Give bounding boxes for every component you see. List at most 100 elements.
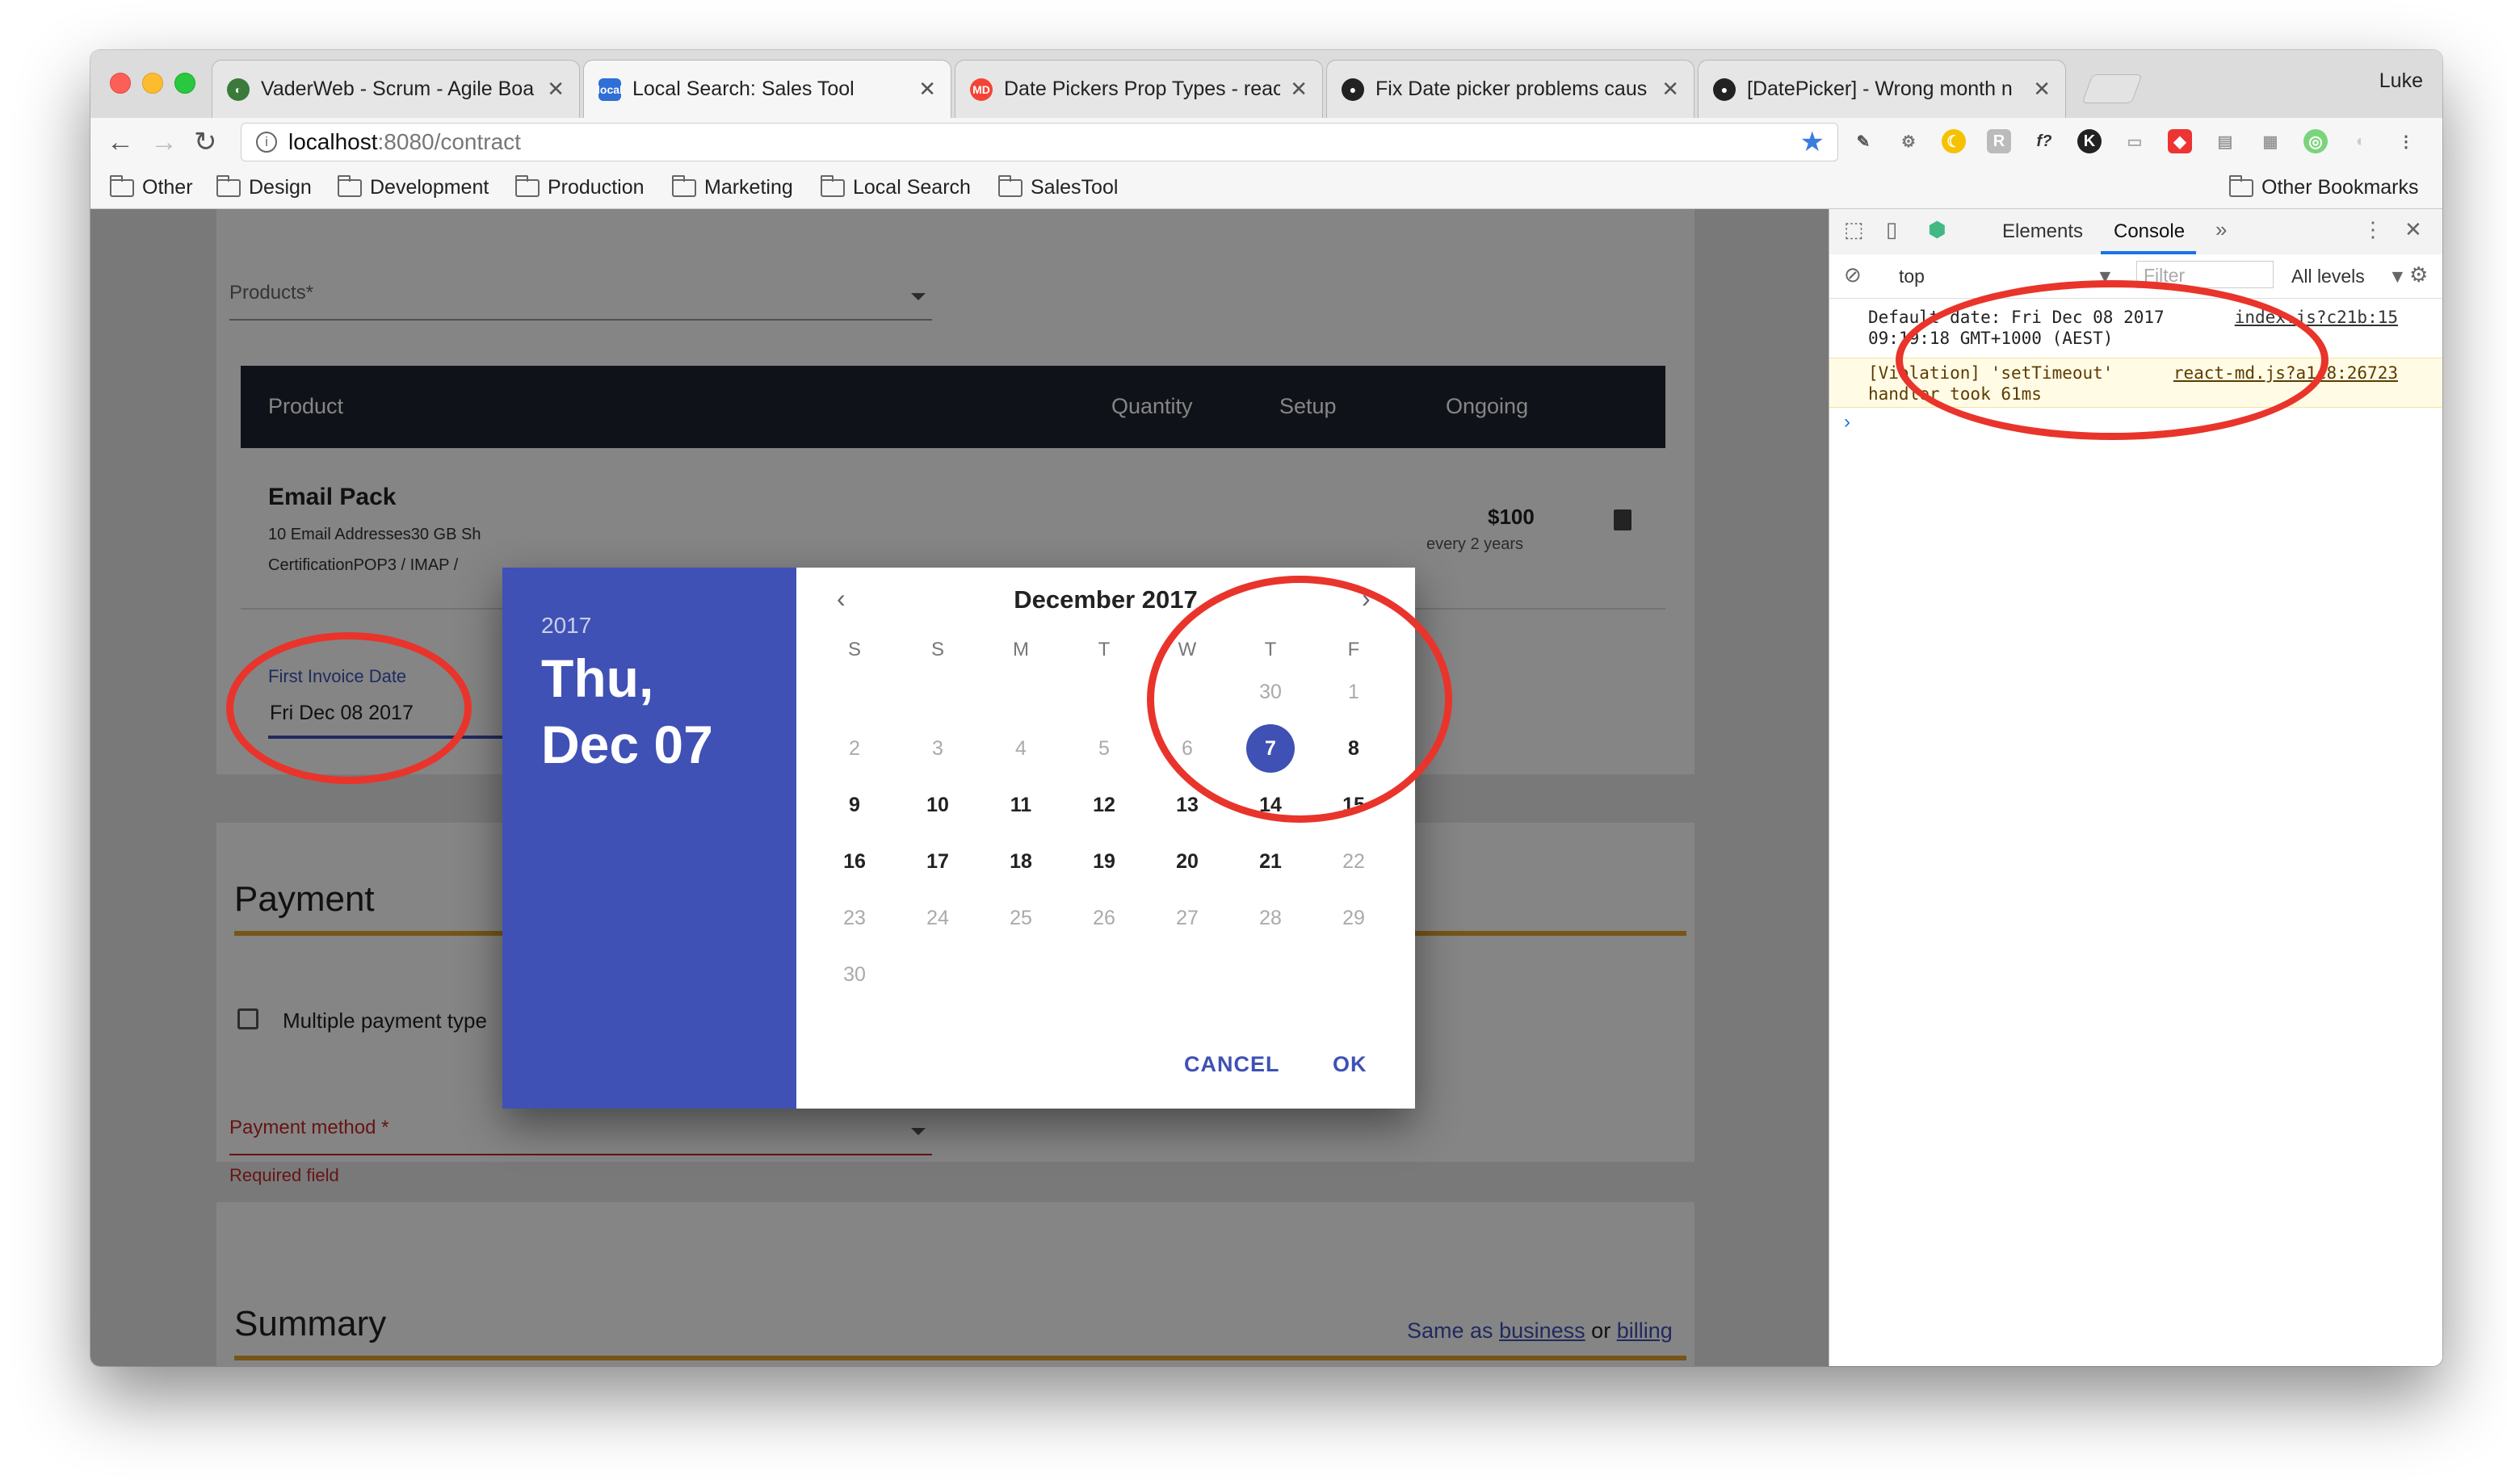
eyedropper-extension-icon[interactable]: ✎ [1851,129,1875,153]
bookmark-folder[interactable]: Other [110,174,193,199]
inspect-icon[interactable]: ⬚ [1844,217,1864,242]
calendar-day[interactable]: 27 [1163,894,1212,942]
tab-datepicker-issue[interactable]: ● [DatePicker] - Wrong month n ✕ [1698,60,2066,118]
console-prompt-icon[interactable]: › [1844,411,1850,434]
calendar-day[interactable]: 21 [1246,837,1295,886]
close-tab-icon[interactable]: ✕ [2033,77,2051,102]
close-tab-icon[interactable]: ✕ [1290,77,1308,102]
menu-dots-icon[interactable]: ⋮ [2394,129,2418,153]
bookmark-star-icon[interactable]: ★ [1800,126,1825,158]
info-icon[interactable]: i [256,132,277,153]
tab-title: [DatePicker] - Wrong month n [1747,78,2013,100]
calendar-day[interactable]: 28 [1246,894,1295,942]
forward-arrow-icon[interactable]: → [150,126,178,158]
close-tab-icon[interactable]: ✕ [918,77,936,102]
chevron-down-icon[interactable]: ▼ [2388,266,2407,287]
back-arrow-icon[interactable]: ← [107,126,134,158]
close-window-button[interactable] [110,73,131,94]
gear-icon[interactable]: ⚙ [2409,262,2428,287]
ok-button[interactable]: OK [1333,1052,1367,1077]
bookmark-folder[interactable]: SalesTool [998,174,1119,199]
calendar-day[interactable]: 11 [997,781,1045,829]
new-tab-button[interactable] [2081,74,2143,103]
folder-icon [821,174,845,197]
folder-icon [216,174,241,197]
color-wheel-extension-icon[interactable]: ◎ [2303,129,2328,153]
date-picker-header: 2017 Thu, Dec 07 [502,568,796,1109]
address-bar[interactable]: i localhost:8080/contract ★ [241,123,1838,161]
clear-console-icon[interactable]: ⊘ [1844,262,1862,287]
window-extension-icon[interactable]: ▭ [2123,129,2147,153]
calendar-day[interactable]: 22 [1329,837,1378,886]
tab-console[interactable]: Console [2114,220,2185,243]
red-extension-icon[interactable]: ◆ [2168,129,2192,153]
reader-extension-icon[interactable]: R [1987,129,2011,153]
calendar-day[interactable]: 16 [830,837,879,886]
folder-icon [515,174,540,197]
tab-title: Fix Date picker problems caus [1375,78,1648,100]
close-tab-icon[interactable]: ✕ [547,77,565,102]
tab-title: Date Pickers Prop Types - reac [1004,78,1281,100]
bookmark-folder[interactable]: Design [216,174,312,199]
calendar-day[interactable]: 30 [830,950,879,999]
tab-elements[interactable]: Elements [2002,220,2083,243]
browser-window: ◐ VaderWeb - Scrum - Agile Boa ✕ local L… [90,50,2442,1366]
calendar-day[interactable]: 2 [830,724,879,773]
gray-extension-icon[interactable]: ◐ [2349,129,2373,153]
other-bookmarks[interactable]: Other Bookmarks [2229,174,2419,199]
bookmark-folder[interactable]: Production [515,174,645,199]
profile-name[interactable]: Luke [2379,69,2423,93]
calendar-day[interactable]: 18 [997,837,1045,886]
maximize-window-button[interactable] [174,73,195,94]
tab-date-pickers[interactable]: MD Date Pickers Prop Types - reac ✕ [955,60,1323,118]
moon-extension-icon[interactable]: ☾ [1942,129,1966,153]
tab-local-search[interactable]: local Local Search: Sales Tool ✕ [583,60,951,118]
calendar-day[interactable]: 3 [913,724,962,773]
tab-fix-date-picker[interactable]: ● Fix Date picker problems caus ✕ [1326,60,1694,118]
bookmark-label: Development [370,176,489,199]
table-extension-icon[interactable]: ▤ [2213,129,2237,153]
calendar-day[interactable]: 5 [1080,724,1128,773]
bookmark-folder[interactable]: Development [338,174,489,199]
calendar-day[interactable]: 10 [913,781,962,829]
calendar-day[interactable]: 17 [913,837,962,886]
bookmark-label: Production [548,176,645,199]
cancel-button[interactable]: CANCEL [1184,1052,1280,1077]
more-tabs-icon[interactable]: » [2215,217,2227,242]
calendar-day[interactable]: 26 [1080,894,1128,942]
bookmark-label: Design [249,176,312,199]
selected-year[interactable]: 2017 [541,613,591,639]
levels-select[interactable]: All levels [2291,266,2365,287]
function-extension-icon[interactable]: f? [2032,129,2056,153]
grid-extension-icon[interactable]: ▦ [2258,129,2282,153]
minimize-window-button[interactable] [142,73,163,94]
close-icon[interactable]: ✕ [2404,217,2422,242]
folder-icon [672,174,696,197]
calendar-day[interactable]: 24 [913,894,962,942]
tab-vaderweb[interactable]: ◐ VaderWeb - Scrum - Agile Boa ✕ [212,60,580,118]
vue-devtools-icon[interactable]: ⬢ [1928,217,1946,242]
calendar-day[interactable]: 25 [997,894,1045,942]
bookmark-folder[interactable]: Local Search [821,174,971,199]
device-toolbar-icon[interactable]: ▯ [1886,217,1897,242]
calendar-day[interactable]: 19 [1080,837,1128,886]
k-extension-icon[interactable]: K [2077,129,2102,153]
menu-dots-icon[interactable]: ⋮ [2362,217,2383,242]
reload-icon[interactable]: ↻ [194,126,217,158]
bookmark-label: SalesTool [1031,176,1119,199]
context-select[interactable]: top [1899,266,1925,287]
folder-icon [2229,174,2253,197]
settings-extension-icon[interactable]: ⚙ [1896,129,1921,153]
selected-weekday: Thu, [541,648,654,708]
bookmarks-bar: Other Design Development Production Mark… [90,166,2442,209]
calendar-day[interactable]: 29 [1329,894,1378,942]
url-path: :8080/contract [377,129,521,154]
bookmark-folder[interactable]: Marketing [672,174,793,199]
calendar-day[interactable]: 12 [1080,781,1128,829]
github-icon: ● [1713,78,1736,101]
close-tab-icon[interactable]: ✕ [1661,77,1679,102]
calendar-day[interactable]: 20 [1163,837,1212,886]
calendar-day[interactable]: 9 [830,781,879,829]
calendar-day[interactable]: 4 [997,724,1045,773]
calendar-day[interactable]: 23 [830,894,879,942]
